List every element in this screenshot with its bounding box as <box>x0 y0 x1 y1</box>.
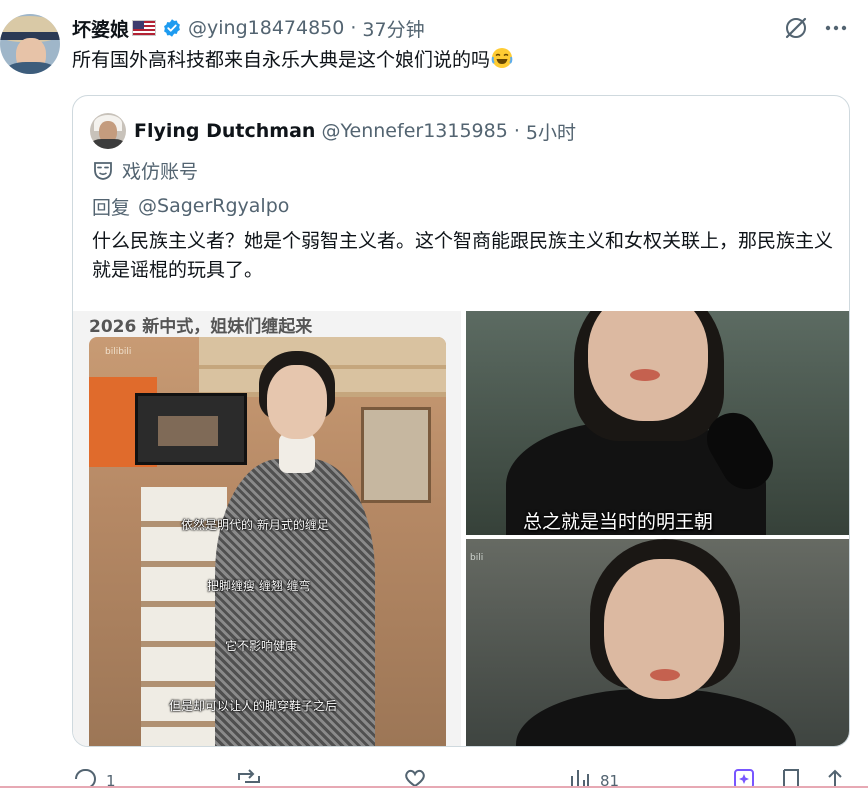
share-button[interactable] <box>824 766 846 788</box>
media-image-right-bottom[interactable]: bili <box>466 539 849 746</box>
media-image-left[interactable]: 2026 新中式，姐妹们缠起来 bilibili 依然是明代的 新月式的缠足 把… <box>73 311 461 746</box>
quoted-post[interactable]: Flying Dutchman @Yennefer1315985 · 5小时 戏… <box>72 95 850 747</box>
post-time[interactable]: 37分钟 <box>362 15 424 42</box>
quoted-post-text: 什么民族主义者？她是个弱智主义者。这个智商能跟民族主义和女权关联上，那民族主义就… <box>92 230 834 281</box>
right-bottom-watermark: bili <box>470 553 484 563</box>
quoted-separator-dot: · <box>513 120 520 142</box>
post-text-content: 所有国外高科技都来自永乐大典是这个娘们说的吗 <box>72 49 491 71</box>
subtitle-2: 把脚缠瘦 缠翘 缠弯 <box>207 579 311 593</box>
share-icon <box>828 769 842 788</box>
author-handle[interactable]: @ying18474850 <box>188 17 344 39</box>
quoted-author-handle[interactable]: @Yennefer1315985 <box>321 120 507 142</box>
like-icon <box>405 769 425 788</box>
post-header: 坏婆娘 @ying18474850 · 37分钟 <box>72 14 425 42</box>
separator-dot: · <box>350 17 357 39</box>
author-avatar[interactable] <box>0 14 60 74</box>
bookmark-button[interactable] <box>780 766 802 788</box>
face-with-tears-of-joy-icon <box>491 48 513 68</box>
video-still-room: bilibili 依然是明代的 新月式的缠足 把脚缠瘦 缠翘 缠弯 它不影响健康… <box>89 337 446 746</box>
reply-prefix: 回复 <box>92 196 131 219</box>
parody-mask-icon <box>94 162 112 180</box>
media-left-heading: 2026 新中式，姐妹们缠起来 <box>89 317 313 337</box>
avatar-shirt <box>6 62 56 74</box>
speaker-lips-bottom <box>650 669 680 681</box>
left-watermark: bilibili <box>105 347 132 357</box>
reply-button[interactable]: 1 <box>72 766 116 788</box>
more-icon[interactable] <box>822 15 850 41</box>
parody-label-text: 戏仿账号 <box>122 160 199 183</box>
author-name[interactable]: 坏婆娘 <box>72 15 129 42</box>
views-button[interactable]: 81 <box>568 766 619 788</box>
reply-context: 回复 @SagerRgyalpo <box>92 192 289 220</box>
right-top-caption: 总之就是当时的明王朝 <box>523 511 714 533</box>
media-image-right-top[interactable]: 总之就是当时的明王朝 <box>466 311 849 535</box>
quoted-media-grid: 2026 新中式，姐妹们缠起来 bilibili 依然是明代的 新月式的缠足 把… <box>73 311 849 746</box>
views-icon <box>571 770 589 788</box>
subtitle-1: 依然是明代的 新月式的缠足 <box>181 518 329 532</box>
repost-icon <box>238 769 260 783</box>
grok-analyze-icon <box>734 769 754 788</box>
speaker-lips-top <box>630 369 660 381</box>
bookmark-icon <box>783 769 799 788</box>
quoted-author-name[interactable]: Flying Dutchman <box>134 120 315 142</box>
quoted-post-time[interactable]: 5小时 <box>526 118 576 145</box>
like-button[interactable] <box>402 766 436 788</box>
subtitle-3: 它不影响健康 <box>225 639 298 653</box>
post-text: 所有国外高科技都来自永乐大典是这个娘们说的吗 <box>72 46 514 74</box>
verified-badge-icon[interactable] <box>162 18 182 38</box>
reply-icon <box>75 769 96 788</box>
speaker-figure <box>215 351 375 746</box>
us-flag-icon <box>132 20 157 36</box>
grok-analyze-button[interactable] <box>733 766 755 788</box>
speaker-face-top <box>588 311 708 421</box>
post-action-bar: 1 81 <box>72 766 850 788</box>
quoted-header: Flying Dutchman @Yennefer1315985 · 5小时 <box>134 116 576 146</box>
quoted-avatar-coat <box>92 139 124 149</box>
speaker-collar <box>279 433 315 473</box>
subtitle-4: 但是却可以让人的脚穿鞋子之后 <box>169 699 338 713</box>
reply-mention-link[interactable]: @SagerRgyalpo <box>138 195 289 217</box>
repost-button[interactable] <box>235 766 271 788</box>
grok-icon[interactable] <box>783 15 809 41</box>
quoted-author-avatar[interactable] <box>90 113 126 149</box>
parody-label: 戏仿账号 <box>92 156 198 184</box>
speaker-face <box>267 365 327 439</box>
